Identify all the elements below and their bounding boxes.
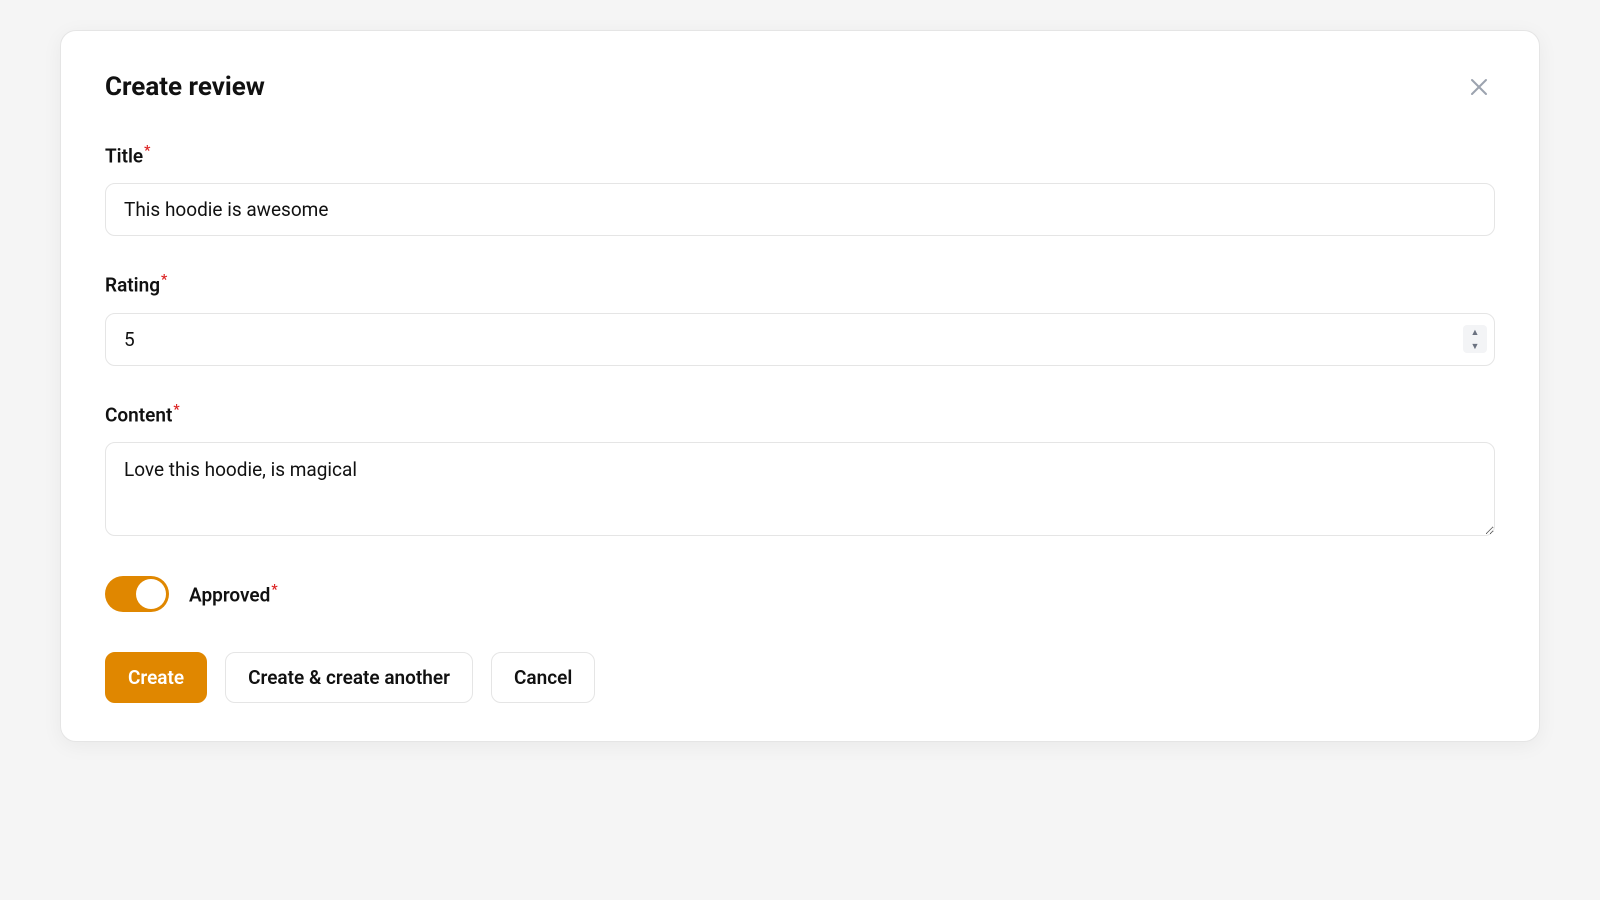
rating-step-down[interactable]: ▼ <box>1463 339 1487 353</box>
title-label-text: Title <box>105 144 143 167</box>
rating-stepper: ▲ ▼ <box>1463 325 1487 353</box>
content-textarea[interactable] <box>105 442 1495 536</box>
rating-label: Rating* <box>105 272 1495 296</box>
rating-label-text: Rating <box>105 274 160 297</box>
approved-label-text: Approved <box>189 583 270 606</box>
close-button[interactable] <box>1463 71 1495 103</box>
approved-label: Approved* <box>189 582 278 606</box>
toggle-knob <box>136 579 166 609</box>
title-label: Title* <box>105 143 1495 167</box>
create-review-modal: Create review Title* Rating* ▲ ▼ Content… <box>60 30 1540 742</box>
required-indicator: * <box>161 272 167 288</box>
close-icon <box>1467 75 1491 99</box>
title-input[interactable] <box>105 183 1495 236</box>
approved-field-group: Approved* <box>105 576 1495 612</box>
rating-step-up[interactable]: ▲ <box>1463 325 1487 339</box>
rating-input-wrapper: ▲ ▼ <box>105 313 1495 366</box>
create-and-another-button[interactable]: Create & create another <box>225 652 473 703</box>
content-label: Content* <box>105 402 1495 426</box>
cancel-button[interactable]: Cancel <box>491 652 595 703</box>
required-indicator: * <box>271 582 277 598</box>
approved-toggle[interactable] <box>105 576 169 612</box>
required-indicator: * <box>173 402 179 418</box>
rating-field-group: Rating* ▲ ▼ <box>105 272 1495 365</box>
required-indicator: * <box>144 143 150 159</box>
title-field-group: Title* <box>105 143 1495 236</box>
create-button[interactable]: Create <box>105 652 207 703</box>
content-label-text: Content <box>105 403 172 426</box>
rating-input[interactable] <box>105 313 1495 366</box>
chevron-down-icon: ▼ <box>1471 342 1480 351</box>
modal-title: Create review <box>105 72 265 102</box>
chevron-up-icon: ▲ <box>1471 328 1480 337</box>
content-field-group: Content* <box>105 402 1495 540</box>
modal-header: Create review <box>105 71 1495 103</box>
modal-actions: Create Create & create another Cancel <box>105 652 1495 703</box>
